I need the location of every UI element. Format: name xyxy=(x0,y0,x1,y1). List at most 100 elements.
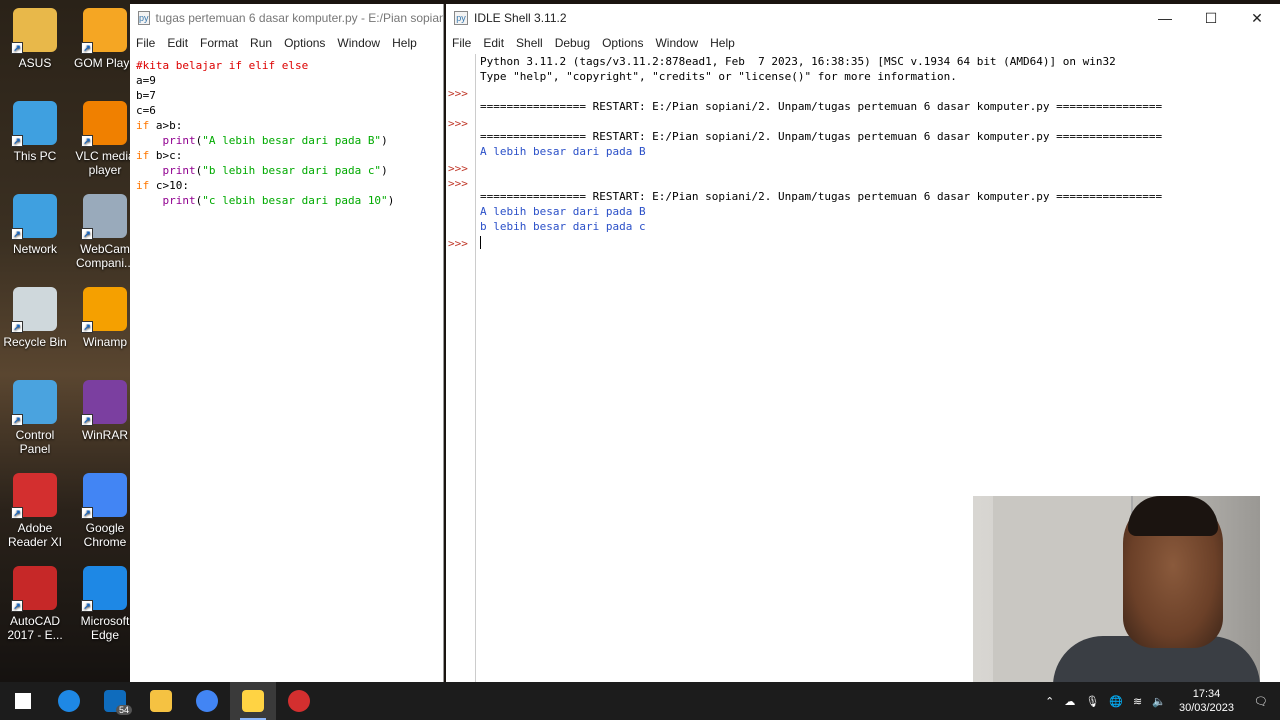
shortcut-arrow-icon: ↗ xyxy=(11,414,23,426)
shell-line xyxy=(480,234,1280,249)
code-token: print xyxy=(162,134,196,147)
minimize-icon[interactable]: — xyxy=(1142,4,1188,32)
shell-menu-file[interactable]: File xyxy=(446,36,477,50)
notification-icon[interactable]: 🗨 xyxy=(1242,695,1280,708)
editor-menu-file[interactable]: File xyxy=(130,36,161,50)
idle-taskbar[interactable] xyxy=(230,682,276,720)
shell-line-text: ================ RESTART: E:/Pian sopian… xyxy=(480,190,1163,203)
shell-menu-shell[interactable]: Shell xyxy=(510,36,549,50)
editor-menubar: File Edit Format Run Options Window Help xyxy=(130,32,443,54)
python-file-icon: py xyxy=(138,11,150,25)
file-explorer-icon xyxy=(150,690,172,712)
shortcut-arrow-icon: ↗ xyxy=(11,42,23,54)
editor-titlebar[interactable]: py tugas pertemuan 6 dasar komputer.py -… xyxy=(130,4,443,32)
shell-menu-options[interactable]: Options xyxy=(596,36,649,50)
code-token: #kita belajar if elif else xyxy=(136,59,309,72)
shell-line-text: A lebih besar dari pada B xyxy=(480,205,646,218)
shell-menu-edit[interactable]: Edit xyxy=(477,36,510,50)
shortcut-arrow-icon: ↗ xyxy=(11,135,23,147)
clock[interactable]: 17:34 30/03/2023 xyxy=(1171,687,1242,715)
desktop-icon-label: AutoCAD 2017 - E... xyxy=(7,614,63,642)
code-line: a=9 xyxy=(136,73,437,88)
idle-icon xyxy=(242,690,264,712)
code-token: if xyxy=(136,179,150,192)
shell-output[interactable]: Python 3.11.2 (tags/v3.11.2:878ead1, Feb… xyxy=(480,54,1280,249)
mail-taskbar[interactable]: 54 xyxy=(92,682,138,720)
shell-line-text: Type "help", "copyright", "credits" or "… xyxy=(480,70,957,83)
code-token: b=7 xyxy=(136,89,156,102)
user-folder-icon: ↗ xyxy=(11,8,57,54)
code-line: c=6 xyxy=(136,103,437,118)
window-controls: — ☐ ✕ xyxy=(1142,4,1280,32)
editor-menu-options[interactable]: Options xyxy=(278,36,331,50)
code-line: b=7 xyxy=(136,88,437,103)
desktop-icon-12[interactable]: ↗ AutoCAD 2017 - E... xyxy=(0,566,70,642)
microphone-icon[interactable]: 🎙 xyxy=(1080,695,1104,708)
close-icon[interactable]: ✕ xyxy=(1234,4,1280,32)
shell-line-text: A lebih besar dari pada B xyxy=(480,145,646,158)
code-token: print xyxy=(162,194,196,207)
edge-icon: ↗ xyxy=(81,566,127,612)
shortcut-arrow-icon: ↗ xyxy=(81,42,93,54)
wifi-icon[interactable]: ≋ xyxy=(1128,695,1147,708)
chrome-taskbar[interactable] xyxy=(184,682,230,720)
code-line: if c>10: xyxy=(136,178,437,193)
code-token: if xyxy=(136,149,150,162)
desktop-icon-0[interactable]: ↗ ASUS xyxy=(0,8,70,70)
chevron-up-icon[interactable]: ⌃ xyxy=(1040,695,1059,708)
person-hair xyxy=(1128,496,1218,536)
file-explorer-taskbar[interactable] xyxy=(138,682,184,720)
shell-line-text: ================ RESTART: E:/Pian sopian… xyxy=(480,130,1163,143)
shell-menubar: File Edit Shell Debug Options Window Help xyxy=(446,32,1280,54)
volume-icon[interactable]: 🔈 xyxy=(1147,695,1171,708)
edge-taskbar[interactable] xyxy=(46,682,92,720)
shell-title: IDLE Shell 3.11.2 xyxy=(474,11,567,25)
gom-player-icon: ↗ xyxy=(81,8,127,54)
network-icon: ↗ xyxy=(11,194,57,240)
desktop-icon-2[interactable]: ↗ This PC xyxy=(0,101,70,163)
chrome-icon xyxy=(196,690,218,712)
winrar-icon: ↗ xyxy=(81,380,127,426)
shortcut-arrow-icon: ↗ xyxy=(81,507,93,519)
code-line: print("b lebih besar dari pada c") xyxy=(136,163,437,178)
shortcut-arrow-icon: ↗ xyxy=(81,135,93,147)
editor-menu-format[interactable]: Format xyxy=(194,36,244,50)
desktop-icon-10[interactable]: ↗ Adobe Reader XI xyxy=(0,473,70,549)
editor-title: tugas pertemuan 6 dasar komputer.py - E:… xyxy=(155,11,443,25)
editor-menu-edit[interactable]: Edit xyxy=(161,36,194,50)
editor-window[interactable]: py tugas pertemuan 6 dasar komputer.py -… xyxy=(130,4,444,682)
shortcut-arrow-icon: ↗ xyxy=(11,600,23,612)
language-icon[interactable]: 🌐 xyxy=(1104,695,1128,708)
start-icon xyxy=(15,693,31,709)
desktop-icon-6[interactable]: ↗ Recycle Bin xyxy=(0,287,70,349)
desktop-icon-8[interactable]: ↗ Control Panel xyxy=(0,380,70,456)
shortcut-arrow-icon: ↗ xyxy=(81,600,93,612)
code-line: if b>c: xyxy=(136,148,437,163)
shell-menu-debug[interactable]: Debug xyxy=(549,36,596,50)
start-button[interactable] xyxy=(0,682,46,720)
edge-icon xyxy=(58,690,80,712)
cloud-icon[interactable]: ☁ xyxy=(1059,695,1080,708)
desktop-icon-label: This PC xyxy=(13,149,57,163)
code-line: print("c lebih besar dari pada 10") xyxy=(136,193,437,208)
desktop-icon-4[interactable]: ↗ Network xyxy=(0,194,70,256)
webcam-icon: ↗ xyxy=(81,194,127,240)
shortcut-arrow-icon: ↗ xyxy=(81,228,93,240)
recorder-taskbar[interactable] xyxy=(276,682,322,720)
editor-menu-run[interactable]: Run xyxy=(244,36,278,50)
maximize-icon[interactable]: ☐ xyxy=(1188,4,1234,32)
code-token: ) xyxy=(387,194,395,207)
shortcut-arrow-icon: ↗ xyxy=(11,507,23,519)
code-line: print("A lebih besar dari pada B") xyxy=(136,133,437,148)
code-token: b>c: xyxy=(149,149,183,162)
editor-menu-window[interactable]: Window xyxy=(331,36,386,50)
shell-line-text: ================ RESTART: E:/Pian sopian… xyxy=(480,100,1163,113)
shell-menu-help[interactable]: Help xyxy=(704,36,741,50)
shell-menu-window[interactable]: Window xyxy=(649,36,704,50)
code-editor[interactable]: #kita belajar if elif else a=9 b=7 c=6 if a>… xyxy=(130,54,443,212)
editor-menu-help[interactable]: Help xyxy=(386,36,423,50)
